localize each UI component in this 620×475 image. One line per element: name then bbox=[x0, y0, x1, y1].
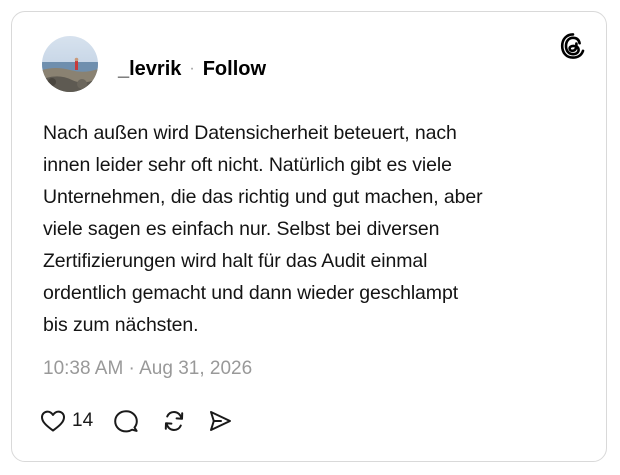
send-icon bbox=[207, 408, 233, 434]
post-card: _levrik · Follow Nach außen wird Datensi… bbox=[11, 11, 607, 462]
share-button[interactable] bbox=[207, 408, 233, 434]
threads-logo-icon[interactable] bbox=[560, 32, 586, 60]
like-count: 14 bbox=[72, 410, 94, 431]
repost-button[interactable] bbox=[161, 408, 187, 434]
action-bar: 14 bbox=[40, 407, 233, 435]
username-link[interactable]: _levrik bbox=[118, 58, 181, 81]
header-separator: · bbox=[189, 60, 195, 77]
post-body-text: Nach außen wird Datensicherheit beteuert… bbox=[43, 122, 483, 336]
reply-button[interactable] bbox=[113, 408, 139, 434]
post-header: _levrik · Follow bbox=[118, 56, 266, 82]
heart-icon bbox=[40, 409, 66, 433]
avatar-photo bbox=[42, 36, 98, 92]
repost-icon bbox=[161, 408, 187, 434]
like-button[interactable]: 14 bbox=[40, 409, 93, 433]
avatar[interactable] bbox=[42, 36, 98, 92]
speech-bubble-icon bbox=[113, 408, 139, 434]
post-timestamp[interactable]: 10:38 AM · Aug 31, 2026 bbox=[43, 358, 252, 380]
follow-button[interactable]: Follow bbox=[203, 58, 266, 81]
